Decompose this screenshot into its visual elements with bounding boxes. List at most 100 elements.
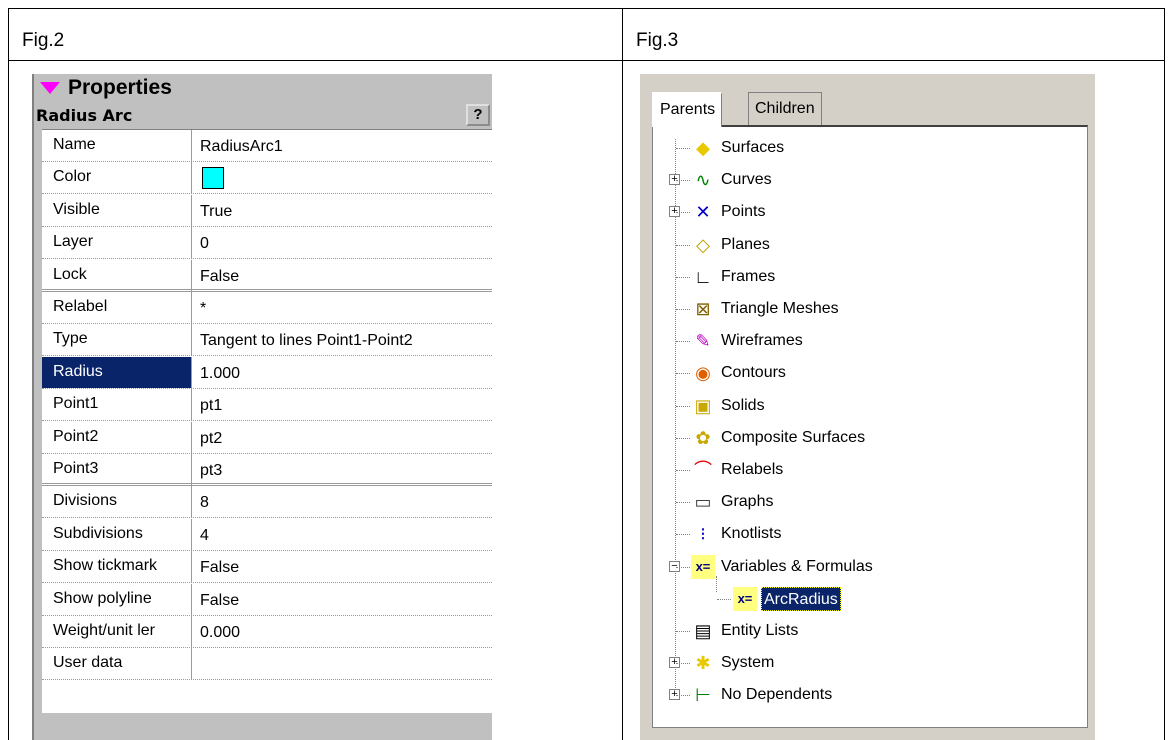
property-value[interactable]: False xyxy=(194,551,239,582)
property-row[interactable]: Name RadiusArc1 xyxy=(42,130,492,162)
tree-item[interactable]: ⌒ Relabels xyxy=(653,455,1083,485)
tree-item[interactable]: ◇ Planes xyxy=(653,230,1083,260)
tree-branch-line xyxy=(676,212,690,214)
tree-branch-line xyxy=(676,341,690,343)
tree-item-label: No Dependents xyxy=(721,686,833,704)
property-value[interactable]: False xyxy=(194,260,239,291)
tree-item[interactable]: ✎ Wireframes xyxy=(653,326,1083,356)
table-border-top xyxy=(8,8,1165,9)
property-row[interactable]: Divisions 8 xyxy=(42,486,492,519)
property-row[interactable]: Type Tangent to lines Point1-Point2 xyxy=(42,324,492,357)
property-value[interactable]: False xyxy=(194,584,239,615)
tree-item[interactable]: ⁝ Knotlists xyxy=(653,519,1083,549)
tree-item[interactable]: + ✕ Points xyxy=(653,197,1083,227)
tree-item-label: Knotlists xyxy=(721,525,782,543)
property-value[interactable]: 0 xyxy=(194,227,209,258)
tree-branch-line xyxy=(676,148,690,149)
property-value[interactable]: 4 xyxy=(194,519,209,550)
property-name: Point3 xyxy=(42,454,192,485)
property-value[interactable]: * xyxy=(194,292,206,323)
tree-item[interactable]: x= ArcRadius xyxy=(653,584,1083,614)
property-row[interactable]: User data xyxy=(42,648,492,681)
property-row[interactable]: Show tickmark False xyxy=(42,551,492,584)
property-name: Radius xyxy=(42,356,192,388)
composite-surfaces-icon: ✿ xyxy=(695,427,711,448)
system-icon: ✱ xyxy=(695,653,711,674)
tree-item-label: Composite Surfaces xyxy=(721,428,866,446)
tree-branch-line xyxy=(676,405,690,407)
tree-branch-line xyxy=(676,470,690,471)
property-value[interactable]: 0.000 xyxy=(194,616,240,647)
properties-title: Properties xyxy=(68,76,172,99)
property-name: Divisions xyxy=(42,486,192,518)
tree-item[interactable]: ▤ Entity Lists xyxy=(653,616,1083,646)
object-title: Radius Arc xyxy=(36,106,133,125)
property-name: Lock xyxy=(42,259,192,291)
tab-parents[interactable]: Parents xyxy=(652,92,723,127)
tree-item-label: Graphs xyxy=(721,493,774,511)
table-border-mid xyxy=(8,60,1165,61)
property-row[interactable]: Point2 pt2 xyxy=(42,421,492,454)
tree-item[interactable]: ⊠ Triangle Meshes xyxy=(653,294,1083,324)
tree-item[interactable]: ◉ Contours xyxy=(653,358,1083,388)
property-row[interactable]: Relabel * xyxy=(42,292,492,324)
property-value[interactable] xyxy=(194,648,200,679)
properties-footer xyxy=(34,713,492,740)
property-value[interactable]: pt3 xyxy=(194,454,222,485)
surfaces-icon: ◆ xyxy=(696,138,710,158)
tree-item[interactable]: + ⊢ No Dependents xyxy=(653,680,1083,710)
curves-icon: ∿ xyxy=(695,170,711,191)
property-value[interactable]: 8 xyxy=(194,486,209,517)
property-name: Weight/unit ler xyxy=(42,616,192,647)
tab-children[interactable]: Children xyxy=(748,92,822,126)
tree-item[interactable]: ∟ Frames xyxy=(653,262,1083,292)
property-name: Visible xyxy=(42,194,192,226)
help-button[interactable]: ? xyxy=(466,104,490,126)
no-dependents-icon: ⊢ xyxy=(695,685,711,706)
entity-lists-icon: ▤ xyxy=(694,621,712,641)
tree-item[interactable]: ✿ Composite Surfaces xyxy=(653,423,1083,453)
tree-item-label: Curves xyxy=(721,171,772,189)
tree-item-label: Planes xyxy=(721,235,770,253)
property-row[interactable]: Subdivisions 4 xyxy=(42,518,492,551)
color-swatch[interactable] xyxy=(202,167,224,190)
property-value[interactable]: True xyxy=(194,195,232,226)
tree-item[interactable]: + ✱ System xyxy=(653,648,1083,678)
property-value[interactable]: pt1 xyxy=(194,389,222,420)
points-icon: ✕ xyxy=(695,202,711,223)
tree-branch-line xyxy=(676,180,690,182)
tree-item-label: Entity Lists xyxy=(721,622,799,639)
property-name: Relabel xyxy=(42,292,192,323)
fig2-label: Fig.2 xyxy=(22,30,65,51)
tree-branch-line xyxy=(676,695,690,697)
tree-item[interactable]: ▭ Graphs xyxy=(653,487,1083,517)
tree-item-label: ArcRadius xyxy=(761,586,841,611)
property-value[interactable]: 1.000 xyxy=(194,357,240,388)
properties-header[interactable]: Properties xyxy=(34,74,492,102)
tree-item[interactable]: + ∿ Curves xyxy=(653,165,1083,195)
collapse-triangle-icon[interactable] xyxy=(40,82,60,94)
property-value[interactable]: RadiusArc1 xyxy=(194,130,283,161)
property-value[interactable]: Tangent to lines Point1-Point2 xyxy=(194,324,413,355)
variable-icon: x= xyxy=(733,586,757,611)
property-row[interactable]: Point3 pt3 xyxy=(42,454,492,486)
property-value[interactable]: pt2 xyxy=(194,422,222,453)
property-row[interactable]: Lock False xyxy=(42,259,492,292)
tree-item[interactable]: ◆ Surfaces xyxy=(653,133,1083,163)
tree-item-label: Points xyxy=(721,203,766,221)
property-row[interactable]: Layer 0 xyxy=(42,227,492,260)
property-row[interactable]: Visible True xyxy=(42,194,492,227)
tree-item[interactable]: ▣ Solids xyxy=(653,391,1083,421)
tree-item-label: Contours xyxy=(721,364,786,382)
tree-item-label: Variables & Formulas xyxy=(721,557,873,575)
knotlists-icon: ⁝ xyxy=(700,524,706,545)
property-row[interactable]: Color xyxy=(42,162,492,195)
tree-item[interactable]: − x= Variables & Formulas xyxy=(653,552,1083,582)
tree-item-label: Surfaces xyxy=(721,139,785,156)
property-row[interactable]: Weight/unit ler 0.000 xyxy=(42,616,492,648)
property-row[interactable]: Point1 pt1 xyxy=(42,389,492,422)
property-name: Point2 xyxy=(42,421,192,453)
property-row[interactable]: Radius 1.000 xyxy=(42,356,492,389)
property-row[interactable]: Show polyline False xyxy=(42,583,492,616)
property-grid: Name RadiusArc1 Color Visible True Layer 0 Lock… xyxy=(42,129,492,713)
